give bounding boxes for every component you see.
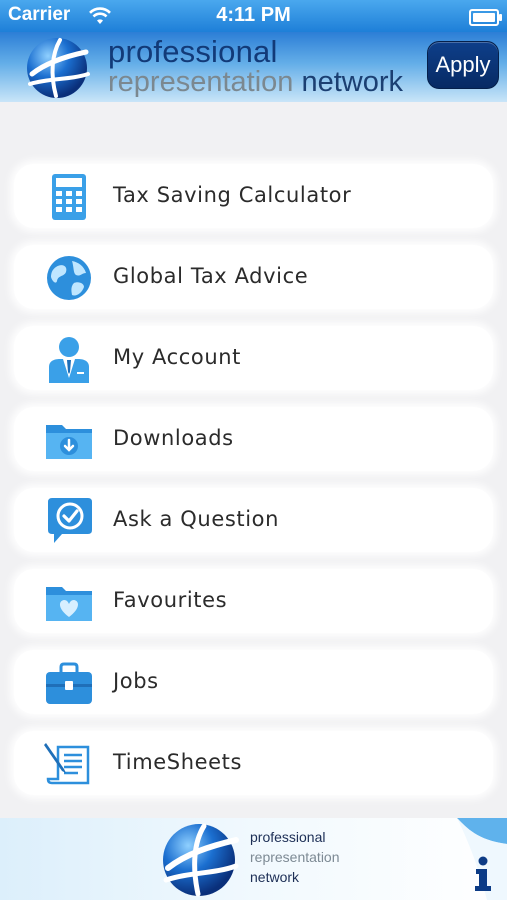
menu-item-my-account[interactable]: My Account — [14, 326, 493, 390]
footer-brand-line-1: professional — [250, 829, 326, 845]
person-icon — [49, 337, 89, 383]
menu-item-downloads[interactable]: Downloads — [14, 407, 493, 471]
download-folder-icon — [46, 425, 92, 459]
footer-brand-line-3: network — [250, 869, 300, 885]
logo-globe-icon — [27, 38, 90, 98]
footer-logo-globe-icon — [163, 823, 239, 897]
clock: 4:11 PM — [216, 4, 291, 26]
info-icon[interactable] — [469, 856, 497, 892]
menu-item-label: My Account — [113, 345, 242, 369]
menu-item-label: Favourites — [113, 588, 228, 612]
battery-icon — [469, 9, 502, 26]
menu-item-timesheets[interactable]: TimeSheets — [14, 731, 493, 795]
status-bar: Carrier 4:11 PM — [0, 0, 507, 32]
menu-item-ask-a-question[interactable]: Ask a Question — [14, 488, 493, 552]
question-bubble-icon — [48, 498, 92, 543]
menu-item-favourites[interactable]: Favourites — [14, 569, 493, 633]
menu-item-global-tax-advice[interactable]: Global Tax Advice — [14, 245, 493, 309]
briefcase-icon — [46, 662, 92, 704]
timesheet-icon — [44, 743, 90, 785]
menu-item-label: Ask a Question — [113, 507, 280, 531]
menu-item-label: Tax Saving Calculator — [113, 183, 352, 207]
menu-item-label: TimeSheets — [113, 750, 243, 774]
menu-item-jobs[interactable]: Jobs — [14, 650, 493, 714]
brand-line-1: professional — [108, 34, 278, 69]
calculator-icon — [52, 174, 86, 220]
globe-icon — [47, 256, 91, 300]
brand-line-2: representation network — [108, 66, 403, 99]
menu-item-label: Downloads — [113, 426, 234, 450]
main-menu: Tax Saving Calculator Global Tax Advice … — [0, 102, 507, 818]
menu-item-label: Global Tax Advice — [113, 264, 309, 288]
brand-network: network — [301, 66, 404, 98]
heart-folder-icon — [46, 587, 92, 621]
footer-bar: professional representation network — [0, 818, 507, 900]
menu-item-tax-saving-calculator[interactable]: Tax Saving Calculator — [14, 164, 493, 228]
footer-brand-line-2: representation — [250, 849, 340, 865]
apply-button[interactable]: Apply — [427, 41, 499, 89]
app-header: professional representation network Appl… — [0, 32, 507, 102]
menu-item-label: Jobs — [113, 669, 159, 693]
brand-representation: representation — [108, 66, 294, 98]
